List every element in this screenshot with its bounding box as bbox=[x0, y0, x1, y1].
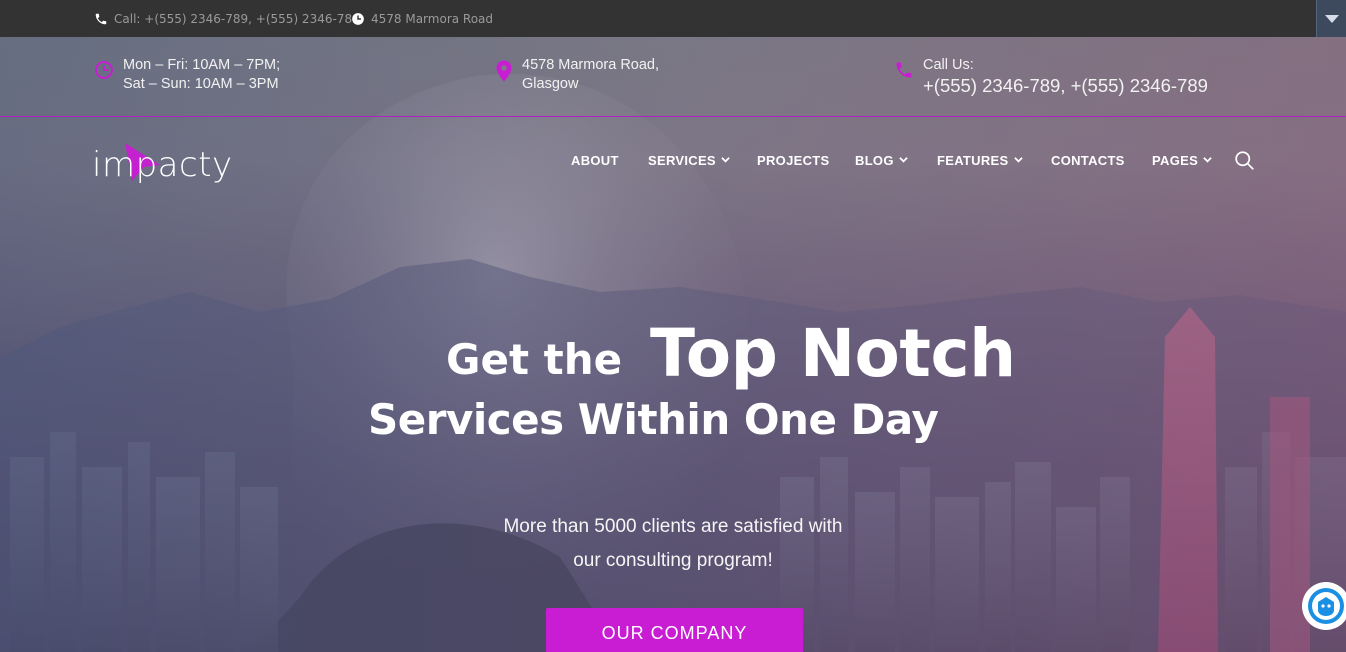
chat-widget-button[interactable] bbox=[1302, 582, 1346, 630]
nav-item-projects[interactable]: PROJECTS bbox=[757, 149, 829, 171]
location-pin-icon bbox=[496, 60, 512, 82]
nav-item-pages[interactable]: PAGES bbox=[1152, 149, 1212, 171]
nav-item-label: SERVICES bbox=[648, 152, 716, 168]
hero-subtext-line1: More than 5000 clients are satisfied wit… bbox=[503, 516, 843, 537]
headline-line2: Services Within One Day bbox=[368, 395, 939, 444]
clock-icon bbox=[95, 61, 113, 79]
info-address-line1: 4578 Marmora Road, bbox=[522, 57, 660, 73]
nav-item-features[interactable]: FEATURES bbox=[937, 149, 1023, 171]
logo-text: impacty bbox=[92, 145, 233, 185]
phone-icon bbox=[896, 62, 912, 78]
info-call-numbers[interactable]: +(555) 2346-789, +(555) 2346-789 bbox=[923, 75, 1208, 97]
clock-icon bbox=[352, 12, 364, 25]
nav-item-label: CONTACTS bbox=[1051, 152, 1125, 168]
nav-item-contacts[interactable]: CONTACTS bbox=[1051, 149, 1125, 171]
nav-item-label: PAGES bbox=[1152, 152, 1199, 168]
nav-item-label: FEATURES bbox=[937, 152, 1009, 168]
site-logo[interactable]: impacty bbox=[92, 143, 233, 185]
contact-info-bar: Mon – Fri: 10AM – 7PM; Sat – Sun: 10AM –… bbox=[0, 37, 1346, 117]
headline-small: Get the bbox=[446, 335, 623, 384]
our-company-button[interactable]: OUR COMPANY bbox=[546, 608, 803, 652]
chevron-down-icon bbox=[721, 157, 730, 163]
chevron-down-icon bbox=[1013, 157, 1023, 163]
hero-subtext-line2: our consulting program! bbox=[573, 550, 773, 571]
chevron-down-icon bbox=[1324, 14, 1339, 23]
nav-item-services[interactable]: SERVICES bbox=[648, 149, 730, 171]
topbar-phone-text: Call: +(555) 2346-789, +(555) 2346-789 bbox=[114, 11, 360, 26]
topbar-address-text: 4578 Marmora Road bbox=[371, 11, 494, 26]
nav-item-blog[interactable]: BLOG bbox=[855, 149, 908, 171]
headline-big: Top Notch bbox=[650, 315, 1016, 392]
info-call-label: Call Us: bbox=[923, 57, 974, 73]
top-bar: Call: +(555) 2346-789, +(555) 2346-789 4… bbox=[0, 0, 1346, 37]
info-hours: Mon – Fri: 10AM – 7PM; Sat – Sun: 10AM –… bbox=[94, 56, 280, 94]
search-button[interactable] bbox=[1234, 150, 1255, 175]
chevron-down-icon bbox=[899, 157, 908, 163]
chevron-down-icon bbox=[1203, 157, 1212, 163]
nav-item-label: PROJECTS bbox=[757, 152, 830, 168]
info-call[interactable]: Call Us: +(555) 2346-789, +(555) 2346-78… bbox=[894, 56, 1208, 97]
info-address-line2: Glasgow bbox=[522, 76, 579, 92]
topbar-phone[interactable]: Call: +(555) 2346-789, +(555) 2346-789 bbox=[94, 0, 360, 37]
topbar-dropdown-toggle[interactable] bbox=[1316, 0, 1346, 37]
topbar-address: 4578 Marmora Road bbox=[351, 0, 493, 37]
info-hours-line2: Sat – Sun: 10AM – 3PM bbox=[123, 76, 279, 92]
phone-icon bbox=[95, 13, 107, 24]
nav-item-label: BLOG bbox=[855, 152, 894, 168]
hero-section: Mon – Fri: 10AM – 7PM; Sat – Sun: 10AM –… bbox=[0, 37, 1346, 652]
info-address: 4578 Marmora Road, Glasgow bbox=[495, 56, 659, 94]
chat-widget-icon bbox=[1308, 588, 1344, 624]
info-hours-line1: Mon – Fri: 10AM – 7PM; bbox=[123, 57, 281, 73]
nav-item-about[interactable]: ABOUT bbox=[571, 149, 619, 171]
nav-item-label: ABOUT bbox=[571, 152, 619, 168]
search-icon bbox=[1235, 151, 1254, 170]
